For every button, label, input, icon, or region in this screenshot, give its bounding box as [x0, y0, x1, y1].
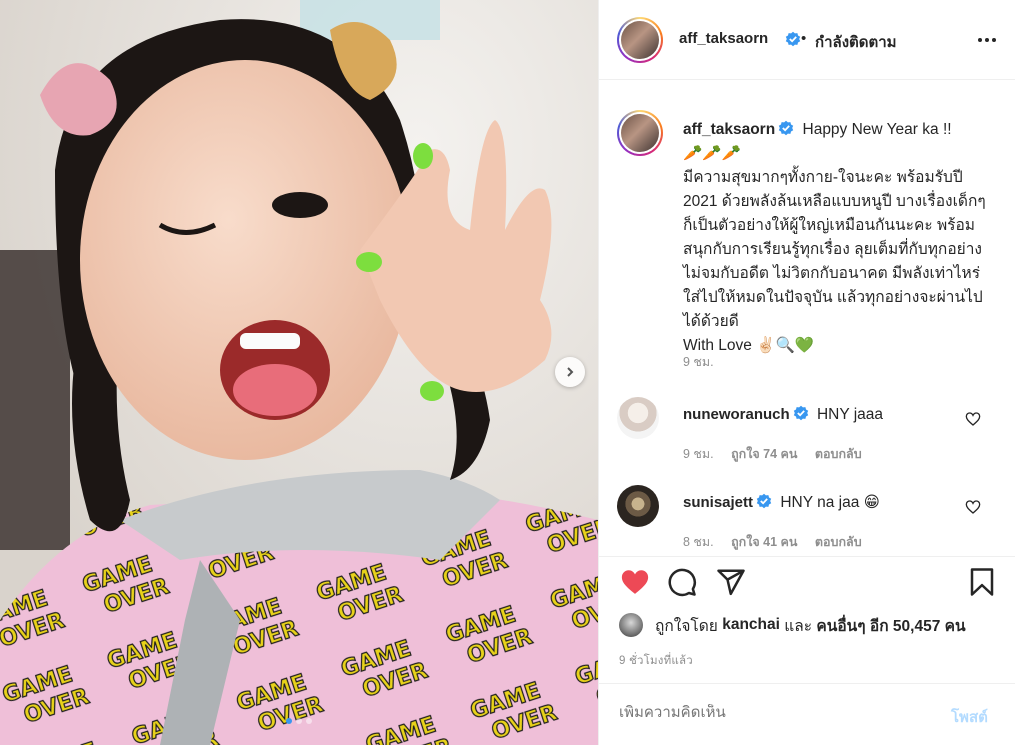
comment-username[interactable]: nuneworanuch [683, 406, 790, 423]
post-actions: ถูกใจโดย kanchai และ คนอื่นๆ อีก 50,457 … [599, 556, 1015, 745]
verified-badge-icon [778, 120, 794, 136]
caption-body: มีความสุขมากๆทั้งกาย-ใจนะคะ พร้อมรับปี 2… [683, 169, 986, 330]
like-button[interactable] [619, 567, 651, 602]
liked-by-avatar[interactable] [619, 613, 643, 637]
carousel-dot [306, 718, 312, 724]
post-header: aff_taksaorn • กำลังติดตาม [599, 0, 1015, 80]
carousel-dot [296, 718, 302, 724]
post-comment-button[interactable]: โพสต์ [951, 705, 988, 729]
following-button[interactable]: กำลังติดตาม [815, 30, 897, 54]
comment-like-heart-icon[interactable] [965, 499, 981, 515]
author-avatar[interactable] [617, 17, 663, 63]
chevron-right-icon [567, 367, 574, 377]
comment-input[interactable] [619, 704, 919, 721]
comment-item: sunisajett HNY na jaa 😁 8 ชม. ถูกใจ 41 ค… [599, 485, 1015, 565]
caption-text: aff_taksaorn Happy New Year ka !! 🥕🥕🥕 มี… [683, 118, 993, 358]
comment-meta: 8 ชม. ถูกใจ 41 คน ตอบกลับ [683, 532, 876, 552]
verified-badge-icon [793, 405, 808, 421]
comment-avatar[interactable] [617, 485, 659, 527]
comment-icon [668, 568, 696, 597]
liked-by-summary: ถูกใจโดย kanchai และ คนอื่นๆ อีก 50,457 … [619, 612, 966, 638]
post-photo[interactable]: GAME OVER [0, 0, 598, 745]
comment-meta: 9 ชม. ถูกใจ 74 คน ตอบกลับ [683, 444, 876, 464]
verified-badge-icon [756, 493, 772, 509]
comment-reply-button[interactable]: ตอบกลับ [815, 447, 862, 461]
comment-text: HNY jaaa [816, 406, 884, 423]
post-side-panel: aff_taksaorn • กำลังติดตาม aff_taksaorn … [598, 0, 1015, 745]
comment-likes[interactable]: ถูกใจ 74 คน [731, 447, 797, 461]
comment-reply-button[interactable]: ตอบกลับ [815, 535, 862, 549]
caption-username[interactable]: aff_taksaorn [683, 121, 775, 138]
add-comment-bar: โพสต์ [599, 683, 1015, 745]
comment-avatar[interactable] [617, 397, 659, 439]
verified-badge-icon [785, 31, 801, 47]
comment-time: 9 ชม. [683, 447, 714, 461]
child-photo-image: GAME OVER [0, 0, 598, 745]
liked-by-and: และ [784, 617, 813, 635]
comment-likes[interactable]: ถูกใจ 41 คน [731, 535, 797, 549]
caption-head: Happy New Year ka !! [802, 121, 952, 138]
comment-like-heart-icon[interactable] [965, 411, 981, 427]
liked-by-prefix: ถูกใจโดย [655, 617, 718, 635]
comment-button[interactable] [667, 567, 697, 602]
caption-avatar[interactable] [617, 110, 663, 156]
heart-filled-icon [621, 570, 649, 594]
caption-emoji-line: 🥕🥕🥕 [683, 145, 741, 162]
author-username[interactable]: aff_taksaorn [679, 30, 768, 47]
more-options-icon[interactable] [977, 33, 997, 47]
save-button[interactable] [967, 567, 997, 602]
comment-username[interactable]: sunisajett [683, 494, 753, 511]
post-timestamp: 9 ชั่วโมงที่แล้ว [619, 655, 693, 667]
caption-time: 9 ชม. [683, 355, 714, 369]
share-button[interactable] [716, 567, 746, 602]
liked-by-others[interactable]: คนอื่นๆ อีก 50,457 คน [816, 613, 965, 638]
share-icon [717, 569, 745, 596]
carousel-indicator [0, 718, 598, 724]
comment-body: sunisajett HNY na jaa 😁 [683, 493, 880, 512]
bookmark-icon [970, 568, 994, 596]
carousel-dot [286, 718, 292, 724]
comment-item: nuneworanuch HNY jaaa 9 ชม. ถูกใจ 74 คน … [599, 397, 1015, 477]
comment-time: 8 ชม. [683, 535, 714, 549]
liked-by-user[interactable]: kanchai [722, 616, 780, 634]
carousel-next-button[interactable] [555, 357, 585, 387]
comment-body: nuneworanuch HNY jaaa [683, 405, 883, 424]
header-separator: • [801, 30, 807, 47]
comment-text: HNY na jaa 😁 [780, 494, 880, 511]
